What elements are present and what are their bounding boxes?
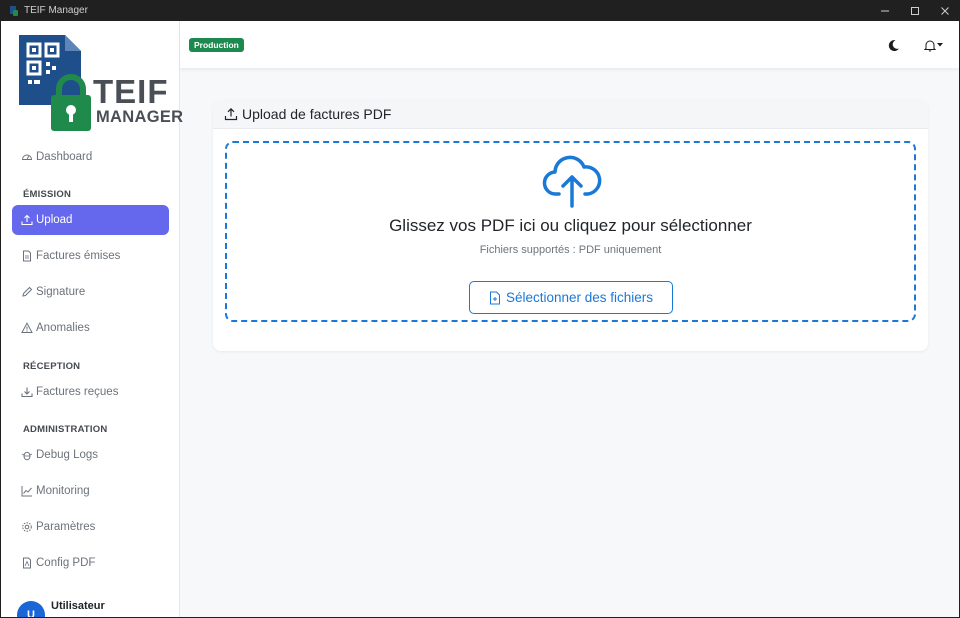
dropzone-subtitle: Fichiers supportés : PDF uniquement	[479, 244, 662, 256]
sidebar-item-parametres[interactable]: Paramètres	[12, 512, 169, 542]
sidebar-item-label: Debug Logs	[36, 449, 99, 461]
sidebar-item-label: Dashboard	[36, 151, 93, 163]
sidebar-item-signature[interactable]: Signature	[12, 277, 169, 307]
sidebar-item-label: Signature	[36, 286, 86, 298]
line-chart-icon	[21, 486, 32, 497]
logo-text-manager: MANAGER	[96, 108, 184, 126]
sidebar-section-reception: RÉCEPTION	[23, 361, 81, 372]
sidebar-item-label: Monitoring	[36, 485, 90, 497]
sidebar-item-label: Paramètres	[36, 521, 96, 533]
sidebar-item-dashboard[interactable]: Dashboard	[12, 142, 169, 172]
download-icon	[21, 387, 33, 398]
gear-icon	[22, 522, 32, 532]
sidebar-item-label: Anomalies	[36, 322, 90, 334]
environment-badge: Production	[189, 38, 244, 52]
maximize-button[interactable]	[900, 0, 930, 21]
sidebar: TEIF MANAGER Dashboard ÉMISSION Upload F…	[1, 21, 183, 617]
upload-card: Upload de factures PDF Glissez vos PDF i…	[213, 100, 928, 351]
close-icon	[941, 6, 949, 15]
close-button[interactable]	[930, 0, 960, 21]
file-plus-icon	[489, 291, 500, 304]
sidebar-section-administration: ADMINISTRATION	[23, 424, 108, 435]
logo-document-lock-graphic	[19, 35, 91, 131]
minimize-icon	[881, 10, 889, 11]
pen-icon	[22, 286, 33, 297]
app-icon	[10, 5, 18, 16]
maximize-icon	[911, 6, 919, 15]
warning-triangle-icon	[21, 322, 33, 333]
topbar: Production	[180, 21, 959, 69]
select-files-label: Sélectionner des fichiers	[505, 290, 654, 305]
sidebar-item-factures-recues[interactable]: Factures reçues	[12, 377, 169, 407]
window-titlebar: TEIF Manager	[0, 0, 960, 21]
bell-icon	[923, 40, 936, 52]
cloud-upload-icon	[542, 155, 602, 208]
sidebar-item-config-pdf[interactable]: Config PDF	[12, 548, 169, 578]
sidebar-item-label: Factures reçues	[36, 386, 119, 398]
avatar: U	[17, 601, 45, 617]
app-logo[interactable]: TEIF MANAGER	[15, 31, 183, 139]
sidebar-item-factures-emises[interactable]: Factures émises	[12, 241, 169, 271]
pdf-dropzone[interactable]: Glissez vos PDF ici ou cliquez pour séle…	[225, 141, 916, 322]
sidebar-item-monitoring[interactable]: Monitoring	[12, 476, 169, 506]
select-files-button[interactable]: Sélectionner des fichiers	[469, 281, 673, 314]
user-profile[interactable]: U Utilisateur	[17, 597, 105, 617]
moon-icon	[888, 39, 899, 51]
upload-icon	[21, 214, 33, 226]
upload-icon	[224, 107, 238, 121]
notifications-button[interactable]	[920, 36, 946, 54]
sidebar-section-emission: ÉMISSION	[23, 189, 72, 200]
sidebar-item-label: Config PDF	[36, 557, 96, 569]
sidebar-item-label: Upload	[36, 214, 73, 226]
gauge-icon	[21, 154, 33, 160]
sidebar-item-label: Factures émises	[36, 250, 121, 262]
upload-card-header: Upload de factures PDF	[213, 100, 928, 129]
app-window: TEIF MANAGER Dashboard ÉMISSION Upload F…	[1, 21, 959, 617]
pdf-file-icon	[23, 557, 31, 569]
sidebar-item-anomalies[interactable]: Anomalies	[12, 313, 169, 343]
sidebar-item-debug-logs[interactable]: Debug Logs	[12, 440, 169, 470]
window-title: TEIF Manager	[24, 5, 88, 16]
dropzone-title: Glissez vos PDF ici ou cliquez pour séle…	[389, 216, 752, 235]
document-icon	[23, 250, 31, 262]
upload-card-title: Upload de factures PDF	[242, 106, 392, 122]
user-name: Utilisateur	[51, 600, 105, 612]
logo-text-teif: TEIF	[93, 73, 169, 110]
bug-icon	[21, 451, 33, 461]
sidebar-item-upload[interactable]: Upload	[12, 205, 169, 235]
theme-toggle-button[interactable]	[882, 36, 904, 54]
minimize-button[interactable]	[870, 0, 900, 21]
caret-down-icon	[936, 43, 943, 47]
